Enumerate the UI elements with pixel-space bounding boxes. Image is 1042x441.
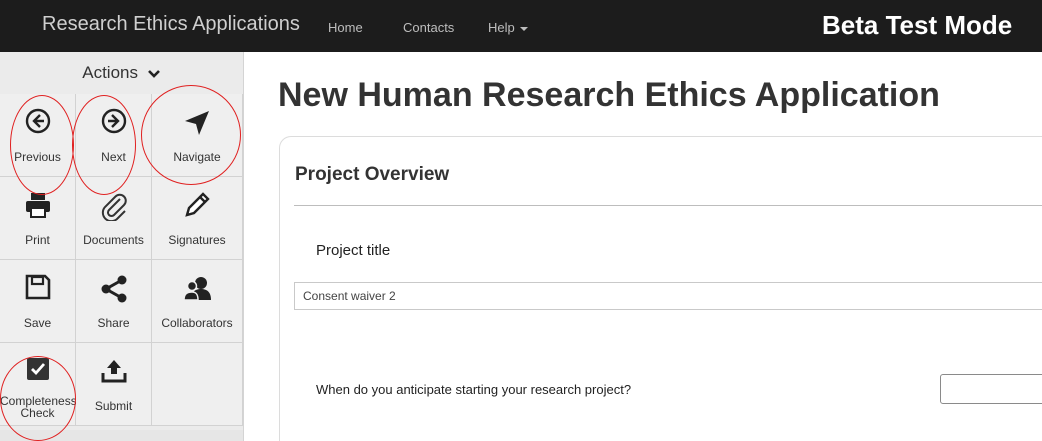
empty-tile xyxy=(152,343,243,426)
documents-label: Documents xyxy=(83,233,144,247)
arrow-right-circle-icon xyxy=(101,108,126,134)
top-navbar: Research Ethics Applications Home Contac… xyxy=(0,0,1042,52)
save-button[interactable]: Save xyxy=(0,260,76,343)
paperclip-icon xyxy=(101,193,127,221)
previous-button[interactable]: Previous xyxy=(0,94,76,177)
print-label: Print xyxy=(25,233,50,247)
project-title-input[interactable] xyxy=(294,282,1042,310)
completeness-check-label: Completeness Check xyxy=(0,394,77,420)
sidebar-footer xyxy=(0,430,243,441)
collaborators-button[interactable]: Collaborators xyxy=(152,260,243,343)
checkbox-icon xyxy=(26,358,49,380)
nav-home-link[interactable]: Home xyxy=(328,20,363,35)
actions-menu-toggle[interactable]: Actions xyxy=(0,52,243,95)
navigate-label: Navigate xyxy=(173,150,221,164)
upload-icon xyxy=(101,360,126,383)
submit-button[interactable]: Submit xyxy=(76,343,152,426)
arrow-left-circle-icon xyxy=(25,108,50,134)
floppy-disk-icon xyxy=(25,274,50,300)
page-title: New Human Research Ethics Application xyxy=(278,76,940,114)
next-label: Next xyxy=(101,150,126,164)
documents-button[interactable]: Documents xyxy=(76,177,152,260)
navigate-button[interactable]: Navigate xyxy=(152,94,243,177)
location-arrow-icon xyxy=(185,111,209,135)
beta-mode-banner: Beta Test Mode xyxy=(822,10,1013,40)
brand-title[interactable]: Research Ethics Applications xyxy=(42,13,300,36)
share-label: Share xyxy=(97,316,130,330)
nav-help-label: Help xyxy=(488,20,515,35)
save-label: Save xyxy=(23,316,52,330)
signatures-button[interactable]: Signatures xyxy=(152,177,243,260)
chevron-down-icon xyxy=(147,69,160,78)
caret-down-icon xyxy=(519,26,528,31)
panel-heading: Project Overview xyxy=(295,164,450,185)
share-button[interactable]: Share xyxy=(76,260,152,343)
project-title-label: Project title xyxy=(316,242,391,259)
nav-contacts-link[interactable]: Contacts xyxy=(403,20,454,35)
printer-icon xyxy=(25,193,50,218)
start-date-question: When do you anticipate starting your res… xyxy=(316,382,632,397)
pencil-icon xyxy=(185,192,210,217)
start-date-input[interactable] xyxy=(940,374,1042,404)
print-button[interactable]: Print xyxy=(0,177,76,260)
completeness-check-button[interactable]: Completeness Check xyxy=(0,343,77,426)
next-button[interactable]: Next xyxy=(76,94,152,177)
signatures-label: Signatures xyxy=(168,233,226,247)
submit-label: Submit xyxy=(94,399,133,413)
panel-divider xyxy=(294,205,1042,206)
nav-help-dropdown[interactable]: Help xyxy=(488,20,528,35)
share-icon xyxy=(101,275,126,303)
actions-sidebar: Actions Previous Next Navigate Print Doc… xyxy=(0,52,244,441)
collaborators-label: Collaborators xyxy=(161,316,233,330)
previous-label: Previous xyxy=(14,150,61,164)
users-icon xyxy=(183,277,211,301)
actions-label: Actions xyxy=(82,63,138,82)
